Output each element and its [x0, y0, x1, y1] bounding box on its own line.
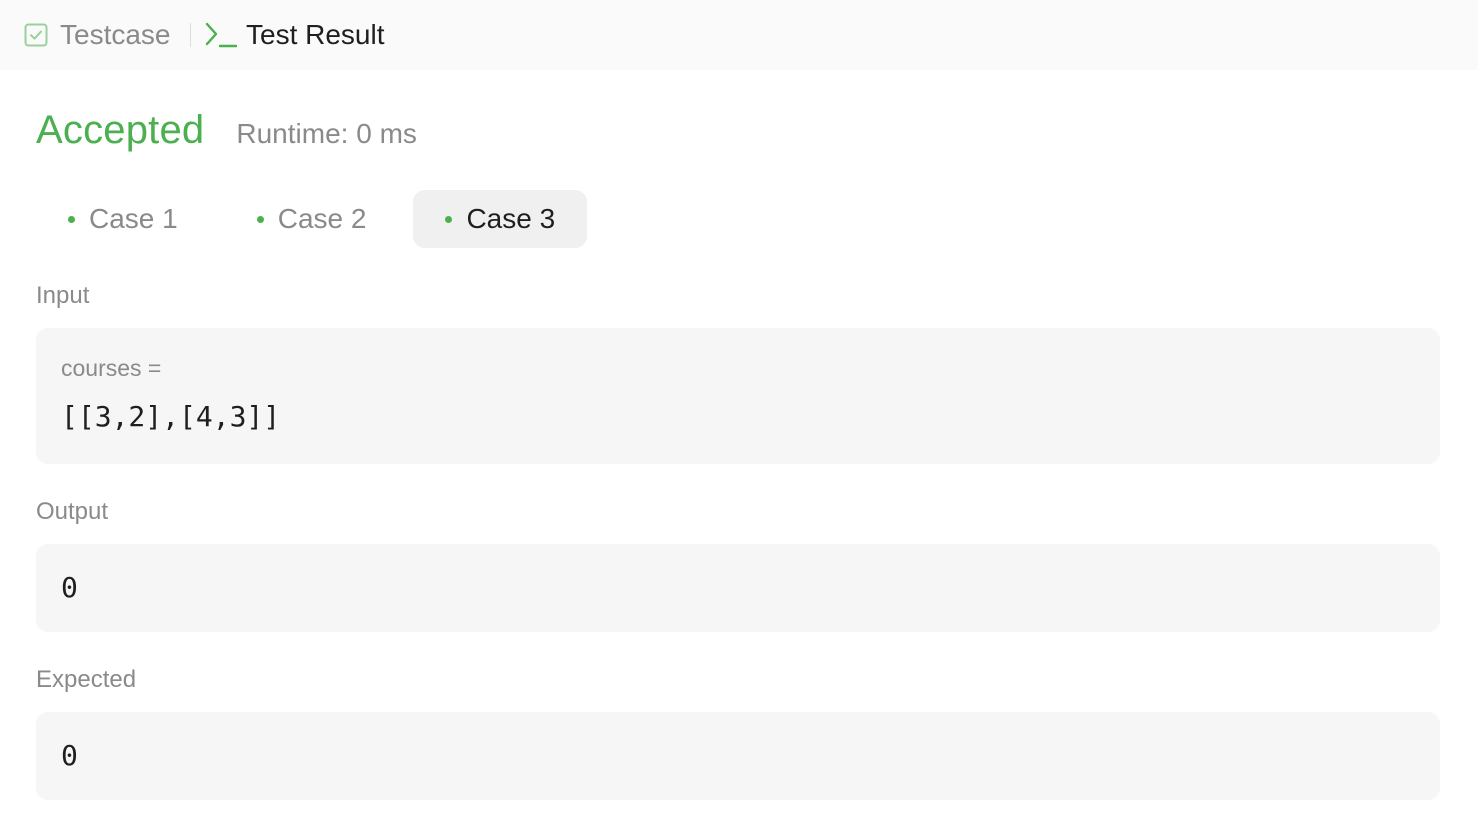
case-tab-label: Case 3	[466, 203, 556, 234]
tab-test-result-label: Test Result	[246, 19, 385, 50]
result-status: Accepted	[36, 108, 205, 152]
tab-test-result[interactable]: Test Result	[205, 0, 385, 70]
input-box: courses = [[3,2],[4,3]]	[36, 328, 1440, 464]
terminal-prompt-icon	[205, 21, 237, 49]
case-tab-label: Case 2	[277, 203, 367, 234]
pass-dot-icon	[256, 215, 264, 223]
checkbox-checked-icon	[24, 23, 48, 47]
tab-testcase-label: Testcase	[60, 19, 171, 50]
expected-box: 0	[36, 712, 1440, 800]
case-tabs: Case 1 Case 2 Case 3	[36, 190, 602, 248]
result-status-row: Accepted Runtime: 0 ms	[36, 108, 417, 153]
pass-dot-icon	[68, 215, 75, 223]
case-tab-label: Case 1	[89, 203, 178, 234]
input-value: [[3,2],[4,3]]	[61, 400, 281, 433]
expected-label: Expected	[36, 666, 137, 693]
expected-value: 0	[61, 739, 78, 772]
output-value: 0	[61, 571, 78, 604]
case-tab-2[interactable]: Case 2	[225, 190, 399, 248]
output-label: Output	[36, 498, 109, 525]
runtime-text: Runtime: 0 ms	[236, 118, 417, 149]
panel-tab-bar: Testcase Test Result	[0, 0, 1478, 70]
input-label: Input	[36, 282, 90, 309]
case-tab-3[interactable]: Case 3	[413, 190, 588, 248]
tab-testcase[interactable]: Testcase	[24, 0, 171, 70]
pass-dot-icon	[445, 215, 453, 223]
output-box: 0	[36, 544, 1440, 632]
input-variable-name: courses =	[61, 355, 162, 381]
tab-divider	[189, 23, 191, 47]
case-tab-1[interactable]: Case 1	[36, 190, 210, 248]
